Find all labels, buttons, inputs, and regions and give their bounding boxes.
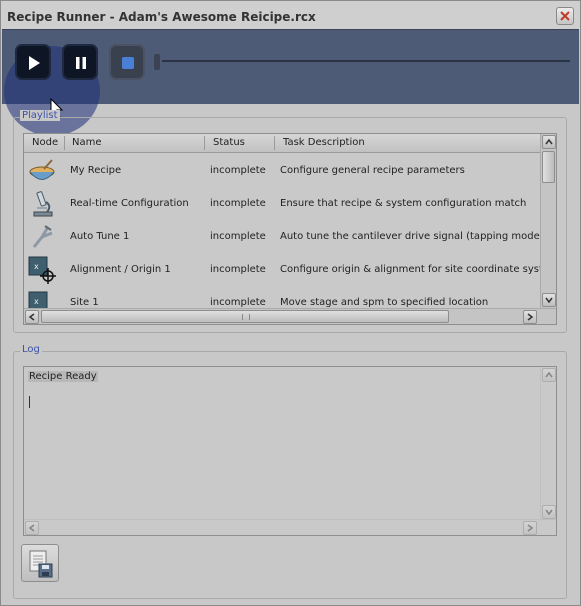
log-horizontal-scrollbar[interactable] — [24, 519, 556, 535]
playlist-header: Node Name Status Task Description — [24, 134, 540, 153]
play-icon — [29, 56, 40, 70]
close-icon — [560, 11, 570, 21]
row-description: Configure origin & alignment for site co… — [280, 264, 557, 275]
scroll-down-button[interactable] — [542, 505, 556, 519]
scroll-right-button[interactable] — [523, 310, 537, 324]
playback-toolbar — [2, 29, 579, 136]
chevron-down-icon — [545, 297, 553, 304]
pause-button[interactable] — [62, 44, 98, 80]
window-title: Recipe Runner - Adam's Awesome Reicipe.r… — [7, 10, 316, 24]
log-textarea[interactable]: Recipe Ready — [23, 366, 557, 536]
save-document-icon — [29, 550, 53, 578]
microscope-icon — [33, 191, 53, 217]
grip-icon — [242, 314, 250, 320]
crosshair-icon: x — [28, 256, 56, 284]
chevron-right-icon — [527, 313, 534, 321]
playlist-horizontal-scrollbar[interactable] — [24, 308, 556, 324]
svg-text:x: x — [34, 297, 39, 306]
vertical-scroll-thumb[interactable] — [542, 151, 555, 183]
row-status: incomplete — [210, 297, 266, 308]
row-name: Auto Tune 1 — [70, 231, 130, 242]
chevron-up-icon — [545, 138, 553, 145]
row-name: My Recipe — [70, 165, 122, 176]
stop-button[interactable] — [109, 44, 145, 80]
row-name: Alignment / Origin 1 — [70, 264, 171, 275]
scroll-left-button[interactable] — [25, 521, 39, 535]
row-status: incomplete — [210, 264, 266, 275]
log-message: Recipe Ready — [28, 371, 98, 382]
playlist-list[interactable]: Node Name Status Task Description My Rec… — [23, 133, 557, 325]
row-name: Site 1 — [70, 297, 99, 308]
log-group: Log Recipe Ready — [13, 344, 567, 599]
scroll-right-button[interactable] — [523, 521, 537, 535]
recipe-runner-window: Recipe Runner - Adam's Awesome Reicipe.r… — [0, 0, 581, 606]
bowl-icon — [29, 159, 55, 180]
horizontal-scroll-thumb[interactable] — [41, 310, 449, 323]
scroll-up-button[interactable] — [542, 368, 556, 382]
column-header-task-description[interactable]: Task Description — [283, 137, 365, 148]
svg-text:x: x — [34, 262, 39, 271]
row-status: incomplete — [210, 165, 266, 176]
log-vertical-scrollbar[interactable] — [540, 367, 556, 521]
table-row[interactable]: My Recipe incomplete Configure general r… — [24, 154, 540, 187]
chevron-left-icon — [28, 313, 35, 321]
row-status: incomplete — [210, 231, 266, 242]
row-status: incomplete — [210, 198, 266, 209]
row-description: Ensure that recipe & system configuratio… — [280, 198, 527, 209]
text-caret — [29, 396, 30, 408]
chevron-left-icon — [28, 524, 35, 532]
row-description: Move stage and spm to specified location — [280, 297, 489, 308]
table-row[interactable]: Auto Tune 1 incomplete Auto tune the can… — [24, 220, 555, 253]
stop-icon — [122, 57, 134, 69]
row-description: Configure general recipe parameters — [280, 165, 465, 176]
tuning-fork-icon — [32, 225, 53, 248]
progress-track — [162, 60, 570, 62]
row-name: Real-time Configuration — [70, 198, 189, 209]
table-row[interactable]: x Alignment / Origin 1 incomplete Config… — [24, 253, 556, 286]
scroll-left-button[interactable] — [25, 310, 39, 324]
table-row[interactable]: Real-time Configuration incomplete Ensur… — [24, 187, 540, 220]
column-header-status[interactable]: Status — [213, 137, 245, 148]
column-separator[interactable] — [64, 136, 65, 150]
pause-icon — [76, 57, 86, 69]
play-button[interactable] — [15, 44, 51, 80]
row-description: Auto tune the cantilever drive signal (t… — [280, 231, 556, 242]
playlist-vertical-scrollbar[interactable] — [540, 134, 556, 309]
chevron-down-icon — [545, 509, 553, 516]
scroll-down-button[interactable] — [542, 293, 556, 307]
column-header-name[interactable]: Name — [72, 137, 102, 148]
log-title: Log — [20, 344, 42, 355]
playlist-group: Playlist Node Name Status Task Descripti… — [13, 110, 567, 333]
chevron-right-icon — [527, 524, 534, 532]
scroll-up-button[interactable] — [542, 135, 556, 149]
close-button[interactable] — [556, 7, 574, 25]
column-header-node[interactable]: Node — [32, 137, 58, 148]
chevron-up-icon — [545, 371, 553, 378]
column-separator[interactable] — [274, 136, 275, 150]
progress-handle[interactable] — [154, 54, 160, 70]
save-log-button[interactable] — [21, 544, 59, 582]
column-separator[interactable] — [204, 136, 205, 150]
playlist-title: Playlist — [20, 110, 60, 121]
